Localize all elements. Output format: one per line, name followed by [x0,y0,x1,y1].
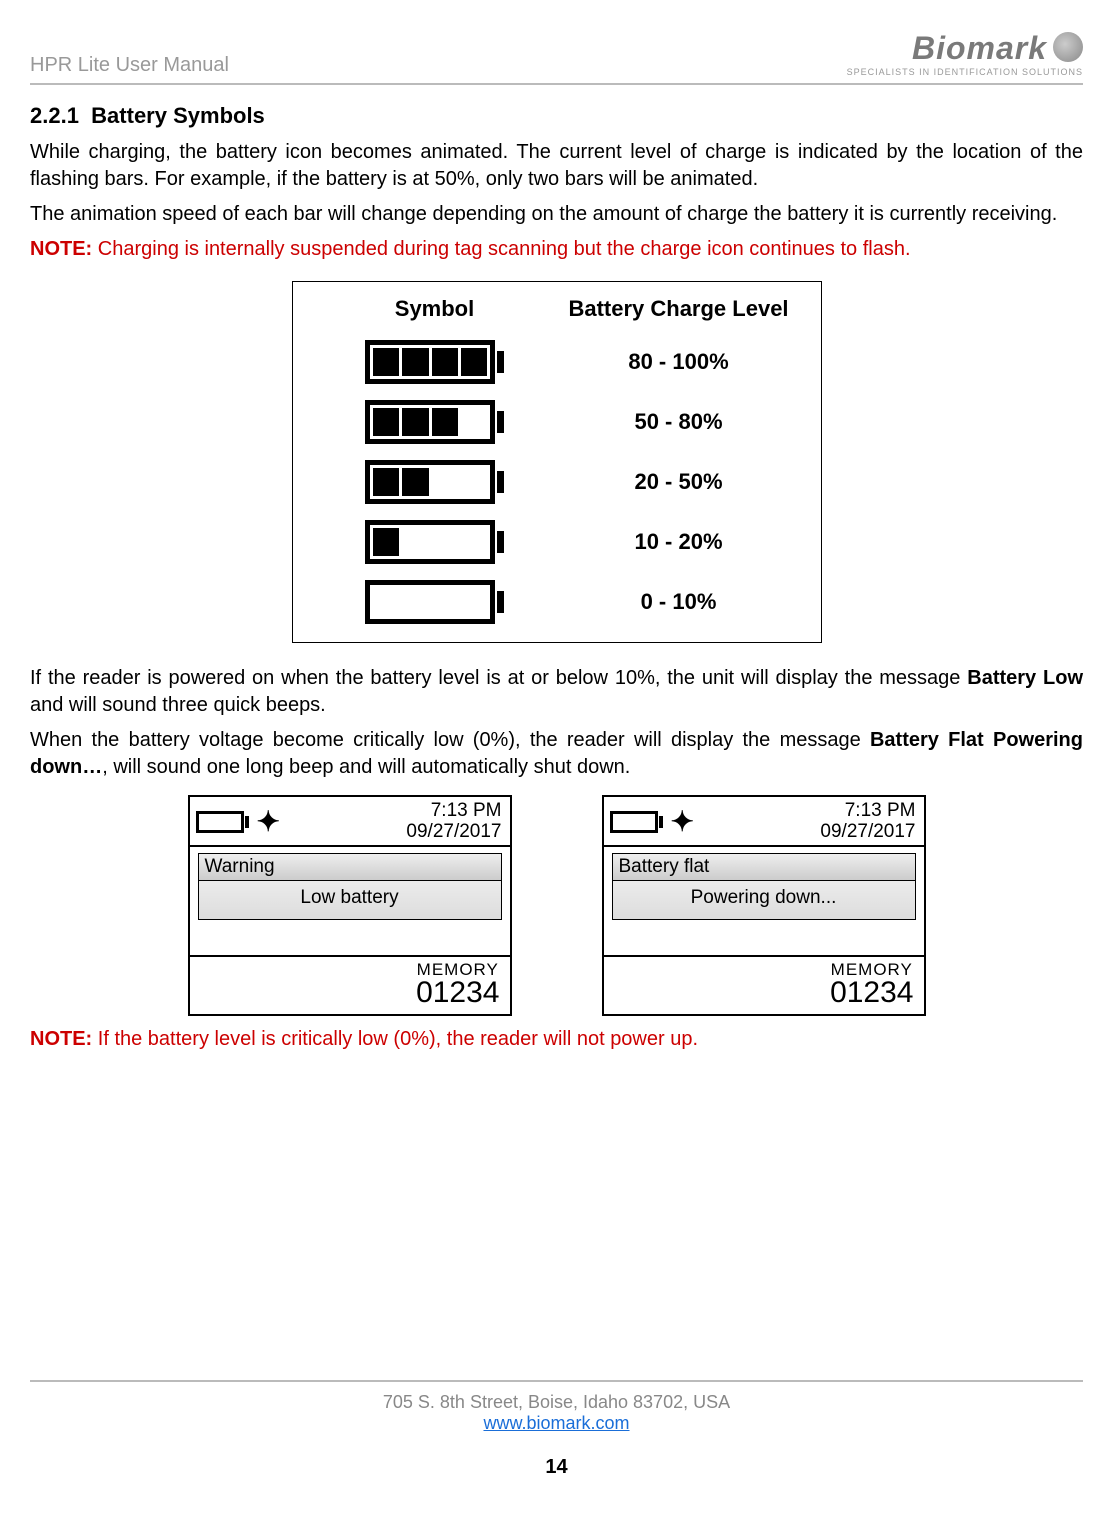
paragraph: The animation speed of each bar will cha… [30,201,1083,228]
charge-level: 0 - 10% [557,589,801,615]
memory-readout: MEMORY 01234 [416,961,499,1008]
footer-link[interactable]: www.biomark.com [483,1413,629,1433]
paragraph: If the reader is powered on when the bat… [30,665,1083,719]
datetime: 7:13 PM 09/27/2017 [820,801,915,843]
charge-level: 50 - 80% [557,409,801,435]
battery-empty-icon [196,811,249,833]
dialog-body: Low battery [199,881,501,919]
battery-icon [365,580,504,624]
bluetooth-icon: ✦ [257,808,280,836]
screen-examples: ✦ 7:13 PM 09/27/2017 Warning Low battery… [30,795,1083,1016]
note-text: NOTE: If the battery level is critically… [30,1026,1083,1053]
battery-empty-icon [610,811,663,833]
screen-battery-flat: ✦ 7:13 PM 09/27/2017 Battery flat Poweri… [602,795,926,1016]
page-number: 14 [30,1456,1083,1479]
dialog-box: Battery flat Powering down... [612,853,916,920]
note-prefix: NOTE: [30,1028,92,1050]
dialog-title: Battery flat [613,854,915,881]
footer-address: 705 S. 8th Street, Boise, Idaho 83702, U… [30,1392,1083,1413]
dialog-body: Powering down... [613,881,915,919]
charge-level: 20 - 50% [557,469,801,495]
table-row: 80 - 100% [313,340,801,384]
memory-readout: MEMORY 01234 [830,961,913,1008]
table-row: 10 - 20% [313,520,801,564]
note-body: If the battery level is critically low (… [92,1028,698,1050]
battery-icon [365,400,504,444]
manual-title: HPR Lite User Manual [30,54,229,77]
table-header-symbol: Symbol [313,296,557,322]
note-prefix: NOTE: [30,238,92,260]
screen-warning-low-battery: ✦ 7:13 PM 09/27/2017 Warning Low battery… [188,795,512,1016]
battery-icon [365,520,504,564]
table-row: 20 - 50% [313,460,801,504]
battery-icon [365,340,504,384]
table-header-row: Symbol Battery Charge Level [313,296,801,322]
dialog-box: Warning Low battery [198,853,502,920]
charge-level: 80 - 100% [557,349,801,375]
dialog-title: Warning [199,854,501,881]
note-text: NOTE: Charging is internally suspended d… [30,236,1083,263]
bluetooth-icon: ✦ [671,808,694,836]
note-body: Charging is internally suspended during … [92,238,910,260]
page-footer: 705 S. 8th Street, Boise, Idaho 83702, U… [30,1380,1083,1479]
section-heading: 2.2.1 Battery Symbols [30,103,1083,129]
paragraph: While charging, the battery icon becomes… [30,139,1083,193]
logo-subtitle: SPECIALISTS IN IDENTIFICATION SOLUTIONS [847,67,1083,77]
battery-symbol-table: Symbol Battery Charge Level 80 - 100% 50… [292,281,822,643]
page-header: HPR Lite User Manual Biomark SPECIALISTS… [30,30,1083,85]
charge-level: 10 - 20% [557,529,801,555]
battery-icon [365,460,504,504]
table-row: 0 - 10% [313,580,801,624]
table-row: 50 - 80% [313,400,801,444]
section-number: 2.2.1 [30,103,79,128]
brand-logo: Biomark SPECIALISTS IN IDENTIFICATION SO… [847,30,1083,77]
paragraph: When the battery voltage become critical… [30,727,1083,781]
section-title: Battery Symbols [91,103,265,128]
datetime: 7:13 PM 09/27/2017 [406,801,501,843]
table-header-level: Battery Charge Level [557,296,801,322]
logo-text: Biomark [847,30,1083,67]
